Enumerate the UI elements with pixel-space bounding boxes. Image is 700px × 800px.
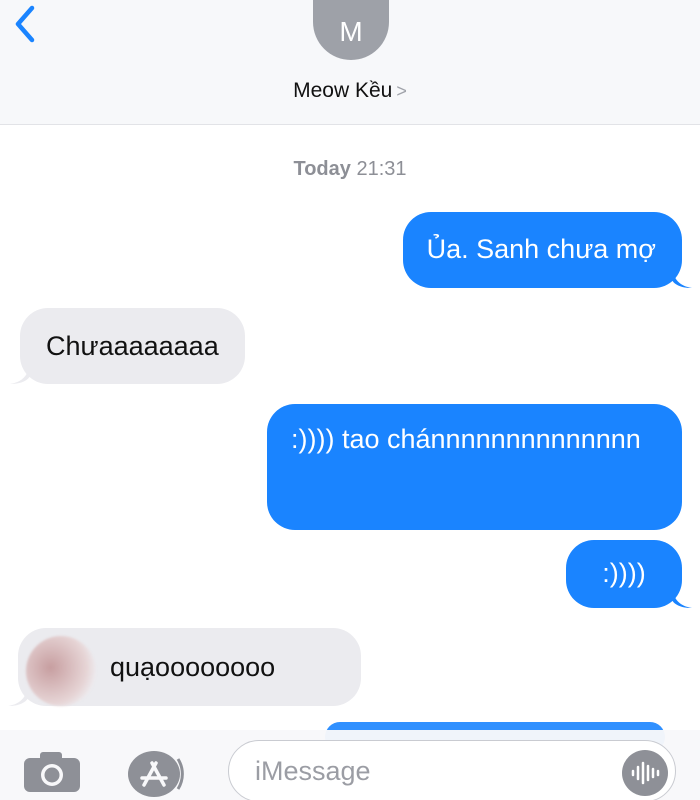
app-store-button[interactable]: [124, 749, 188, 799]
audio-waveform-icon: [631, 761, 660, 785]
message-text: Ủa. Sanh chưa mợ: [426, 234, 656, 264]
chevron-right-icon: >: [396, 81, 407, 101]
bubble-tail: [672, 588, 692, 608]
conversation-header: M Meow Kều >: [0, 0, 700, 125]
sent-message-bubble[interactable]: Ủa. Sanh chưa mợ: [402, 212, 682, 288]
message-input-placeholder: iMessage: [255, 755, 371, 786]
bubble-tail: [10, 364, 30, 384]
compose-bar: iMessage: [0, 730, 700, 800]
audio-message-button[interactable]: [622, 750, 668, 796]
contact-name-button[interactable]: Meow Kều >: [0, 79, 700, 103]
contact-name: Meow Kều: [293, 79, 393, 102]
message-text: quạoooooooo: [110, 652, 276, 682]
bubble-tail: [672, 268, 692, 288]
timestamp-day: Today: [293, 158, 351, 180]
message-text: :)))) tao chánnnnnnnnnnnnnn: [291, 424, 641, 454]
message-text: :)))): [602, 558, 646, 588]
sent-message-bubble[interactable]: :)))) tao chánnnnnnnnnnnnnn: [267, 404, 682, 530]
received-message-bubble[interactable]: Chưaaaaaaaa: [20, 308, 245, 384]
timestamp-time: 21:31: [356, 158, 407, 180]
back-button[interactable]: [8, 2, 42, 46]
message-timestamp: Today 21:31: [0, 158, 700, 181]
camera-icon: [24, 752, 80, 792]
message-text: Chưaaaaaaaa: [46, 331, 219, 361]
app-store-icon: [128, 751, 184, 797]
message-input[interactable]: iMessage: [228, 740, 676, 800]
bubble-tail: [8, 686, 28, 706]
avatar-initial: M: [339, 16, 363, 47]
contact-avatar[interactable]: M: [313, 0, 389, 60]
sent-message-bubble[interactable]: :)))): [566, 540, 682, 608]
back-chevron-icon: [15, 5, 35, 43]
camera-button[interactable]: [22, 750, 82, 794]
blurred-sticker: [26, 636, 96, 706]
